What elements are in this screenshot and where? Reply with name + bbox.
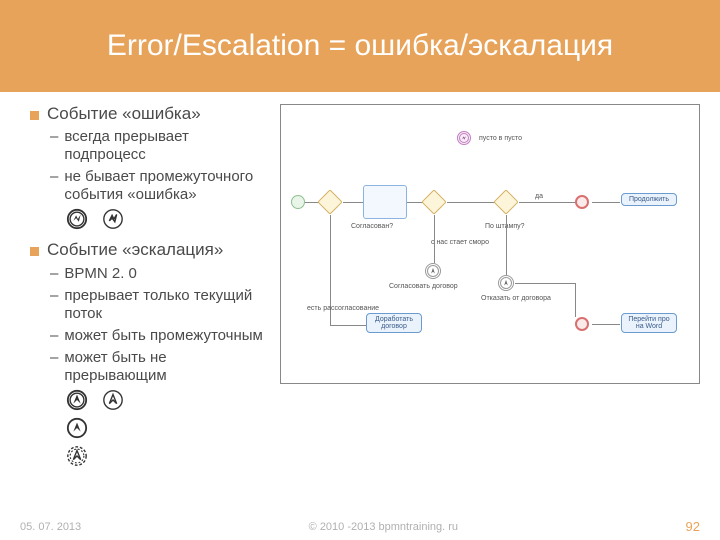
- flow-line: [515, 283, 575, 284]
- bullet-2-sub-3-text: может быть промежуточным: [64, 327, 263, 345]
- label-nastaet: с нас стает смoро: [431, 239, 489, 246]
- dash-icon: –: [50, 128, 58, 146]
- bullet-1-sub-1: – всегда прерывает подпроцесс: [50, 128, 268, 164]
- bullet-2-sub-4-text: может быть не прерывающим: [64, 349, 268, 385]
- slide-header: Error/Escalation = ошибка/эскалация: [0, 0, 720, 92]
- footer-date: 05. 07. 2013: [20, 521, 81, 533]
- end-event-2-icon: [575, 317, 589, 331]
- label-da: да: [535, 193, 543, 200]
- bullet-2-sub-1: – BPMN 2. 0: [50, 265, 268, 283]
- error-end-event-icon: [102, 208, 124, 230]
- bullet-2-sub-1-text: BPMN 2. 0: [64, 265, 137, 283]
- escalation-icon-row-1: [66, 389, 268, 411]
- label-soglasdog: Согласовать договор: [389, 283, 458, 290]
- flow-line: [434, 215, 435, 263]
- bullet-1-sub-2-text: не бывает промежуточного события «ошибка…: [64, 168, 268, 204]
- label-poshtampu: По штампу?: [485, 223, 525, 230]
- box-pereiti: Перейти про на Word: [621, 313, 677, 333]
- flow-line: [506, 215, 507, 275]
- flow-line: [592, 324, 620, 325]
- label-pusto: пусто в пусто: [479, 135, 522, 142]
- escalation-intermediate-icon: [425, 263, 441, 279]
- escalation-catch-icon: [66, 417, 88, 439]
- error-event-icon: [66, 208, 88, 230]
- box-dorabotat: Доработать договор: [366, 313, 422, 333]
- bullet-2-sub-4: – может быть не прерывающим: [50, 349, 268, 385]
- slide-title: Error/Escalation = ошибка/эскалация: [107, 29, 613, 64]
- label-rassogl: есть рассогласование: [307, 305, 379, 312]
- flow-line: [519, 202, 575, 203]
- content-area: Событие «ошибка» – всегда прерывает подп…: [0, 92, 720, 467]
- flow-line: [592, 202, 620, 203]
- bullet-2-sub-3: – может быть промежуточным: [50, 327, 268, 345]
- escalation-icon-row-2: [66, 417, 268, 439]
- escalation-event-icon: [66, 389, 88, 411]
- bullet-square-icon: [30, 111, 39, 120]
- bullet-column: Событие «ошибка» – всегда прерывает подп…: [30, 100, 268, 467]
- slide-footer: 05. 07. 2013 © 2010 -2013 bpmntraining. …: [0, 519, 720, 534]
- bullet-1: Событие «ошибка»: [30, 104, 268, 124]
- start-event-icon: [291, 195, 305, 209]
- bullet-square-icon: [30, 247, 39, 256]
- label-otkazat: Отказать от договора: [481, 295, 551, 302]
- bullet-1-sub-1-text: всегда прерывает подпроцесс: [64, 128, 268, 164]
- gateway-3-icon: [493, 189, 518, 214]
- gateway-1-icon: [317, 189, 342, 214]
- escalation-noninterrupt-icon: [66, 445, 88, 467]
- dash-icon: –: [50, 168, 58, 186]
- dash-icon: –: [50, 327, 58, 345]
- bullet-1-sub-2: – не бывает промежуточного события «ошиб…: [50, 168, 268, 204]
- task-box: [363, 185, 407, 219]
- label-soglasovan: Согласован?: [351, 223, 393, 230]
- footer-page-number: 92: [686, 519, 700, 534]
- bullet-2-sub-2: – прерывает только текущий поток: [50, 287, 268, 323]
- flow-line: [447, 202, 497, 203]
- footer-copyright: © 2010 -2013 bpmntraining. ru: [309, 521, 458, 533]
- dash-icon: –: [50, 349, 58, 367]
- bullet-2-sub-2-text: прерывает только текущий поток: [64, 287, 268, 323]
- escalation-intermediate-2-icon: [498, 275, 514, 291]
- box-prodolzhit: Продолжить: [621, 193, 677, 206]
- bullet-2: Событие «эскалация»: [30, 240, 268, 260]
- intermediate-error-icon: [457, 131, 471, 145]
- escalation-icon-row-3: [66, 445, 268, 467]
- error-icon-row: [66, 208, 268, 230]
- flow-line: [330, 325, 366, 326]
- bpmn-diagram: Согласован? По штампу? да пусто в пусто …: [280, 104, 700, 384]
- bullet-2-text: Событие «эскалация»: [47, 240, 223, 260]
- gateway-2-icon: [421, 189, 446, 214]
- dash-icon: –: [50, 265, 58, 283]
- flow-line: [343, 202, 363, 203]
- dash-icon: –: [50, 287, 58, 305]
- end-event-icon: [575, 195, 589, 209]
- escalation-throw-icon: [102, 389, 124, 411]
- flow-line: [575, 283, 576, 317]
- bullet-1-text: Событие «ошибка»: [47, 104, 201, 124]
